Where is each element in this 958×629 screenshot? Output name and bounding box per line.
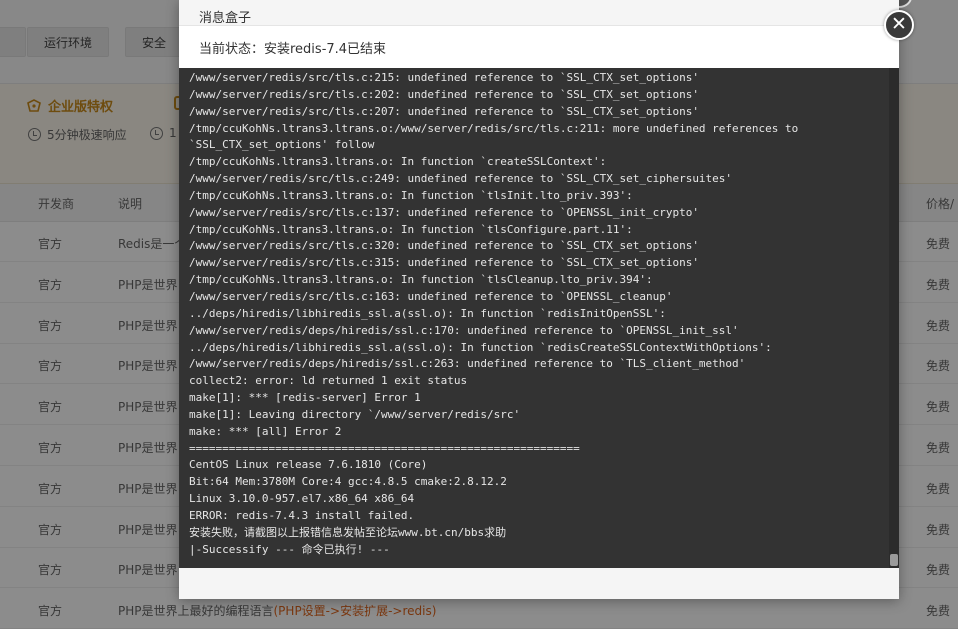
log-line: ../deps/hiredis/libhiredis_ssl.a(ssl.o):… bbox=[189, 340, 772, 354]
log-line: /www/server/redis/src/tls.c:320: undefin… bbox=[189, 239, 699, 253]
log-line: /www/server/redis/src/tls.c:207: undefin… bbox=[189, 104, 699, 118]
log-line: /www/server/redis/src/tls.c:163: undefin… bbox=[189, 289, 673, 303]
log-line: `SSL_CTX_set_options' follow bbox=[189, 138, 375, 152]
current-status: 当前状态：安装redis-7.4已结束 bbox=[199, 42, 387, 57]
log-line: /tmp/ccuKohNs.ltrans3.ltrans.o: In funct… bbox=[189, 273, 653, 287]
log-line: collect2: error: ld returned 1 exit stat… bbox=[189, 374, 468, 388]
log-line: /www/server/redis/src/tls.c:315: undefin… bbox=[189, 256, 699, 270]
modal-title-bar[interactable]: 消息盒子 bbox=[179, 0, 899, 26]
log-line: make[1]: Leaving directory `/www/server/… bbox=[189, 407, 521, 421]
modal-title: 消息盒子 bbox=[199, 11, 252, 26]
log-line: /www/server/redis/src/tls.c:215: undefin… bbox=[189, 71, 699, 84]
log-line: /tmp/ccuKohNs.ltrans3.ltrans.o: In funct… bbox=[189, 222, 633, 236]
log-line: ERROR: redis-7.4.3 install failed. bbox=[189, 508, 415, 522]
log-line: 安装失败，请截图以上报错信息发帖至论坛www.bt.cn/bbs求助 bbox=[189, 525, 507, 539]
log-line: CentOS Linux release 7.6.1810 (Core) bbox=[189, 458, 428, 472]
status-bar: 当前状态：安装redis-7.4已结束 bbox=[179, 26, 899, 68]
close-icon[interactable]: ✕ bbox=[884, 10, 914, 40]
log-line: ../deps/hiredis/libhiredis_ssl.a(ssl.o):… bbox=[189, 306, 666, 320]
log-line: /www/server/redis/deps/hiredis/ssl.c:263… bbox=[189, 357, 746, 371]
log-line: /www/server/redis/src/tls.c:249: undefin… bbox=[189, 172, 733, 186]
log-scrollbar-thumb[interactable] bbox=[890, 554, 898, 566]
log-line: /www/server/redis/src/tls.c:137: undefin… bbox=[189, 205, 699, 219]
log-line: /tmp/ccuKohNs.ltrans3.ltrans.o:/www/serv… bbox=[189, 121, 799, 135]
log-line: /www/server/redis/deps/hiredis/ssl.c:170… bbox=[189, 323, 739, 337]
log-line: |-Successify --- 命令已执行! --- bbox=[189, 542, 390, 556]
log-line: /tmp/ccuKohNs.ltrans3.ltrans.o: In funct… bbox=[189, 188, 633, 202]
log-line: Linux 3.10.0-957.el7.x86_64 x86_64 bbox=[189, 492, 415, 506]
log-line: /www/server/redis/src/tls.c:202: undefin… bbox=[189, 87, 699, 101]
log-line: Bit:64 Mem:3780M Core:4 gcc:4.8.5 cmake:… bbox=[189, 475, 507, 489]
log-scrollbar[interactable] bbox=[889, 68, 899, 568]
log-content: /www/server/redis/src/tls.c:215: undefin… bbox=[189, 70, 879, 558]
install-log[interactable]: /www/server/redis/src/tls.c:215: undefin… bbox=[179, 68, 899, 568]
log-line: make[1]: *** [redis-server] Error 1 bbox=[189, 391, 421, 405]
log-line: /tmp/ccuKohNs.ltrans3.ltrans.o: In funct… bbox=[189, 155, 607, 169]
log-line: make: *** [all] Error 2 bbox=[189, 424, 342, 438]
message-box-modal: 消息盒子 当前状态：安装redis-7.4已结束 /www/server/red… bbox=[179, 0, 899, 599]
log-line: ========================================… bbox=[189, 441, 580, 455]
modal-footer bbox=[179, 568, 899, 599]
